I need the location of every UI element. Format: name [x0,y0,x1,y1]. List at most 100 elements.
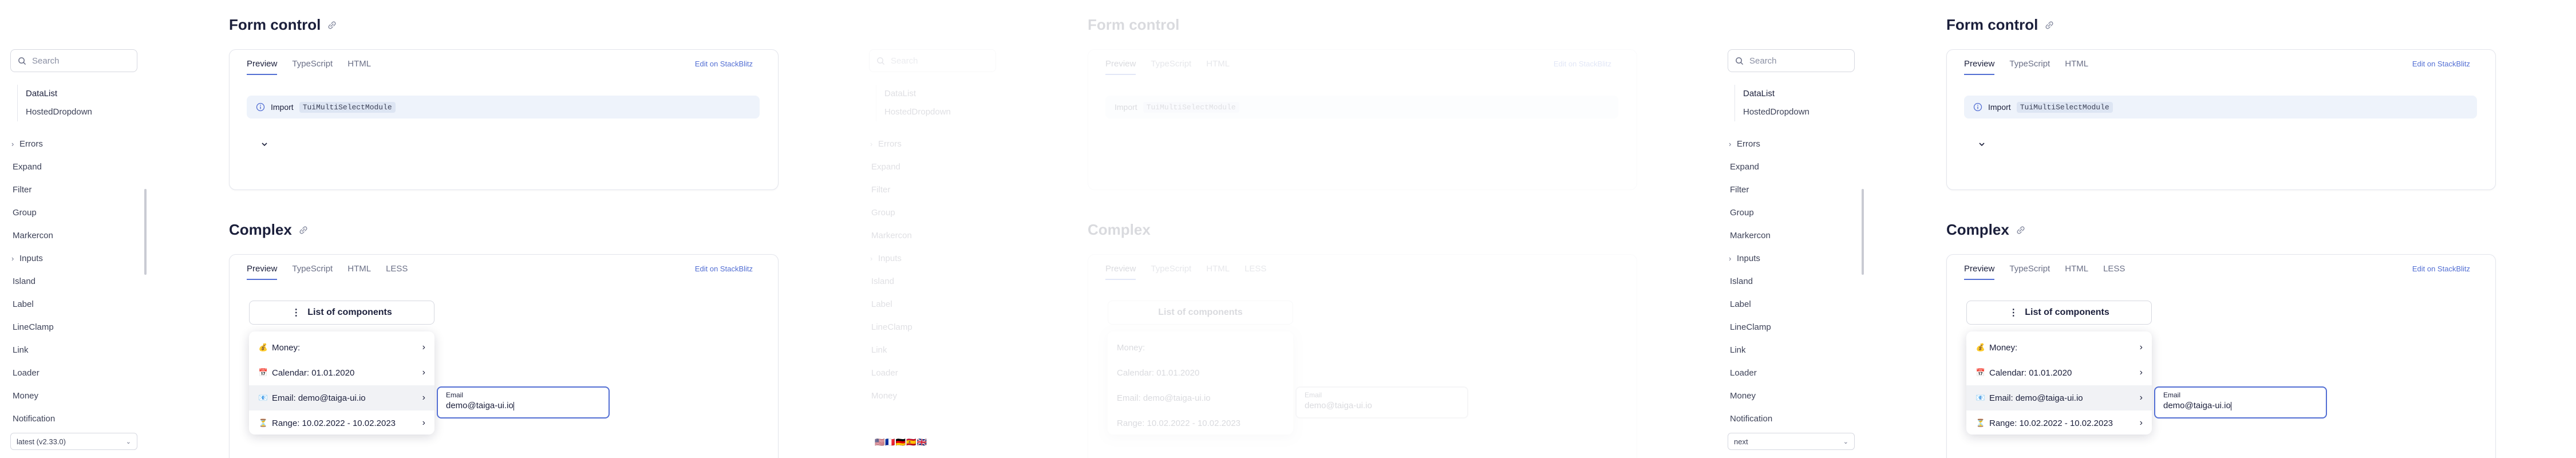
link-icon[interactable] [2015,224,2026,236]
sidebar-item-filter[interactable]: Filter [13,179,55,202]
sidebar-item-link[interactable]: Link [13,339,55,362]
version-select[interactable]: next ⌄ [1728,433,1855,450]
tab-html[interactable]: HTML [2065,255,2088,283]
menu-item-email[interactable]: 📧 Email: demo@taiga-ui.io › [249,385,434,410]
sidebar-item-filter[interactable]: Filter [1730,179,1772,202]
link-icon[interactable] [2044,19,2055,31]
menu-item-email[interactable]: Email: demo@taiga-ui.io [1108,385,1293,410]
tab-html[interactable]: HTML [347,50,371,78]
sidebar-item-island[interactable]: Island [871,270,912,293]
sidebar-item-hosteddropdown[interactable]: HostedDropdown [884,103,951,121]
sidebar-item-errors[interactable]: › Errors [1729,133,1772,156]
search-input[interactable]: Search [869,49,996,72]
menu-item-money[interactable]: 💰 Money: › [1966,335,2152,360]
tab-typescript[interactable]: TypeScript [2009,255,2050,283]
sidebar-item-inputs[interactable]: › Inputs [870,247,912,270]
menu-item-calendar[interactable]: Calendar: 01.01.2020 [1108,360,1293,385]
menu-item-calendar[interactable]: 📅 Calendar: 01.01.2020 › [1966,360,2152,385]
search-input[interactable]: Search [1728,49,1855,72]
sidebar-item-loader[interactable]: Loader [1730,362,1772,385]
edit-on-stackblitz-link[interactable]: Edit on StackBlitz [2412,264,2470,273]
sidebar-item-label[interactable]: Label [871,293,912,316]
tab-preview[interactable]: Preview [1964,255,1995,283]
sidebar-item-expand[interactable]: Expand [871,156,912,179]
menu-item-range[interactable]: ⏳ Range: 10.02.2022 - 10.02.2023 › [249,410,434,436]
tab-preview[interactable]: Preview [1105,50,1136,78]
sidebar-item-label[interactable]: Label [1730,293,1772,316]
sidebar-item-errors[interactable]: › Errors [11,133,55,156]
list-of-components-button[interactable]: ⋮ List of components [249,301,434,325]
tab-less[interactable]: LESS [1244,255,1266,283]
email-field[interactable]: Email demo@taiga-ui.io [2154,386,2327,418]
tab-preview[interactable]: Preview [1964,50,1995,78]
sidebar-item-lineclamp[interactable]: LineClamp [13,316,55,339]
link-icon[interactable] [298,224,309,236]
tab-typescript[interactable]: TypeScript [1151,255,1191,283]
edit-on-stackblitz-link[interactable]: Edit on StackBlitz [2412,60,2470,68]
tab-html[interactable]: HTML [1206,50,1230,78]
tab-typescript[interactable]: TypeScript [1151,50,1191,78]
menu-item-email[interactable]: 📧 Email: demo@taiga-ui.io › [1966,385,2152,410]
sidebar-item-hosteddropdown[interactable]: HostedDropdown [1743,103,1809,121]
menu-item-money[interactable]: 💰 Money: › [249,335,434,360]
tab-preview[interactable]: Preview [247,50,278,78]
tab-less[interactable]: LESS [386,255,408,283]
tab-html[interactable]: HTML [1206,255,1230,283]
tab-typescript[interactable]: TypeScript [292,50,333,78]
sidebar-item-datalist[interactable]: DataList [884,85,951,103]
sidebar-item-inputs[interactable]: › Inputs [1729,247,1772,270]
sidebar-item-datalist[interactable]: DataList [26,85,92,103]
tab-less[interactable]: LESS [2103,255,2125,283]
sidebar-item-group[interactable]: Group [1730,202,1772,224]
tab-html[interactable]: HTML [2065,50,2088,78]
sidebar-item-errors[interactable]: › Errors [870,133,912,156]
tab-typescript[interactable]: TypeScript [2009,50,2050,78]
sidebar-item-notification[interactable]: Notification [1730,408,1772,431]
menu-item-money[interactable]: Money: [1108,335,1293,360]
list-of-components-button[interactable]: List of components [1108,301,1293,325]
sidebar-item-loader[interactable]: Loader [13,362,55,385]
sidebar-item-link[interactable]: Link [1730,339,1772,362]
sidebar-item-money[interactable]: Money [13,385,55,408]
sidebar-item-lineclamp[interactable]: LineClamp [1730,316,1772,339]
sidebar-item-island[interactable]: Island [13,270,55,293]
menu-item-range[interactable]: Range: 10.02.2022 - 10.02.2023 [1108,410,1293,436]
sidebar-item-island[interactable]: Island [1730,270,1772,293]
sidebar-item-group[interactable]: Group [13,202,55,224]
sidebar-item-link[interactable]: Link [871,339,912,362]
sidebar-item-markercon[interactable]: Markercon [871,224,912,247]
tab-typescript[interactable]: TypeScript [292,255,333,283]
sidebar-item-expand[interactable]: Expand [1730,156,1772,179]
tab-preview[interactable]: Preview [1105,255,1136,283]
sidebar-scrollbar[interactable] [144,189,147,275]
sidebar-item-group[interactable]: Group [871,202,912,224]
sidebar-item-loader[interactable]: Loader [871,362,912,385]
sidebar-item-money[interactable]: Money [871,385,912,408]
menu-item-range[interactable]: ⏳ Range: 10.02.2022 - 10.02.2023 › [1966,410,2152,436]
sidebar-item-notification[interactable]: Notification [13,408,55,431]
email-field[interactable]: Email demo@taiga-ui.io [1295,386,1468,418]
sidebar-item-datalist[interactable]: DataList [1743,85,1809,103]
tab-preview[interactable]: Preview [247,255,278,283]
sidebar-item-markercon[interactable]: Markercon [13,224,55,247]
sidebar-item-expand[interactable]: Expand [13,156,55,179]
sidebar-item-hosteddropdown[interactable]: HostedDropdown [26,103,92,121]
list-of-components-button[interactable]: ⋮ List of components [1966,301,2152,325]
link-icon[interactable] [326,19,338,31]
edit-on-stackblitz-link[interactable]: Edit on StackBlitz [1554,60,1611,68]
menu-item-calendar[interactable]: 📅 Calendar: 01.01.2020 › [249,360,434,385]
sidebar-item-markercon[interactable]: Markercon [1730,224,1772,247]
sidebar-item-money[interactable]: Money [1730,385,1772,408]
sidebar-item-inputs[interactable]: › Inputs [11,247,55,270]
chevron-down-icon[interactable] [1978,140,1986,148]
edit-on-stackblitz-link[interactable]: Edit on StackBlitz [695,264,753,273]
sidebar-scrollbar[interactable] [1862,189,1864,275]
email-field[interactable]: Email demo@taiga-ui.io [437,386,610,418]
tab-html[interactable]: HTML [347,255,371,283]
version-select[interactable]: latest (v2.33.0) ⌄ [10,433,137,450]
edit-on-stackblitz-link[interactable]: Edit on StackBlitz [695,60,753,68]
sidebar-item-label[interactable]: Label [13,293,55,316]
sidebar-item-lineclamp[interactable]: LineClamp [871,316,912,339]
chevron-down-icon[interactable] [260,140,268,148]
search-input[interactable]: Search [10,49,137,72]
